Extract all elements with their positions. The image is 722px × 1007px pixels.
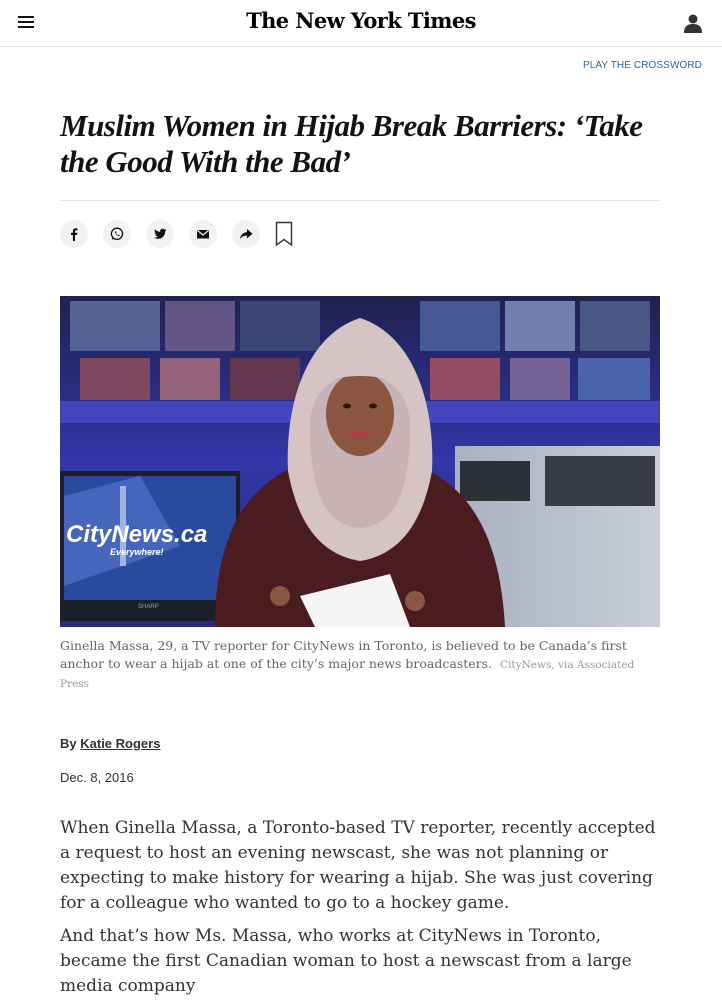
- newsroom-anchor-image: CityNews.ca Everywhere! SHARP: [60, 296, 660, 627]
- play-crossword-link[interactable]: PLAY THE CROSSWORD: [560, 60, 702, 71]
- article-paragraph: And that’s how Ms. Massa, who works at C…: [60, 926, 632, 996]
- whatsapp-share-button[interactable]: [103, 220, 131, 248]
- nyt-masthead-logo[interactable]: The New York Times: [0, 8, 722, 33]
- photo-caption: Ginella Massa, 29, a TV reporter for Cit…: [60, 637, 660, 693]
- article-photo: CityNews.ca Everywhere! SHARP: [60, 296, 660, 627]
- article-body: When Ginella Massa, a Toronto-based TV r…: [60, 816, 660, 1007]
- email-icon: [197, 229, 209, 239]
- facebook-icon: [71, 228, 78, 241]
- citynews-screen-subtext: Everywhere!: [110, 547, 164, 557]
- byline-prefix: By: [60, 736, 77, 751]
- top-navigation-bar: The New York Times: [0, 0, 722, 47]
- article-paragraph: When Ginella Massa, a Toronto-based TV r…: [60, 818, 656, 913]
- byline: By Katie Rogers: [60, 736, 160, 751]
- publish-date: Dec. 8, 2016: [60, 770, 134, 785]
- share-icon: [240, 229, 253, 239]
- twitter-share-button[interactable]: [146, 220, 174, 248]
- citynews-screen-text: CityNews.ca: [66, 521, 207, 548]
- facebook-share-button[interactable]: [60, 220, 88, 248]
- email-share-button[interactable]: [189, 220, 217, 248]
- monitor-brand-text: SHARP: [138, 604, 159, 610]
- more-share-button[interactable]: [232, 220, 260, 248]
- headline-divider: [60, 200, 660, 201]
- article-headline: Muslim Women in Hijab Break Barriers: ‘T…: [60, 108, 643, 179]
- account-icon[interactable]: [684, 14, 702, 34]
- whatsapp-icon: [110, 227, 124, 241]
- bookmark-icon[interactable]: [275, 221, 293, 247]
- twitter-icon: [154, 228, 167, 239]
- author-link[interactable]: Katie Rogers: [80, 736, 160, 751]
